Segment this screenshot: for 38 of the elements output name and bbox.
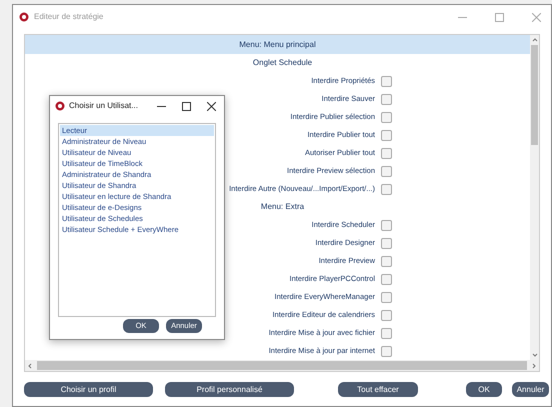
panel-header: Menu: Menu principal	[25, 35, 530, 54]
section-heading: Menu: Extra	[260, 201, 306, 213]
app-logo-icon	[55, 101, 65, 111]
dialog-title: Choisir un Utilisat...	[69, 100, 138, 112]
checkbox[interactable]	[381, 112, 392, 122]
checkbox[interactable]	[381, 166, 392, 176]
checkbox[interactable]	[381, 184, 392, 194]
horizontal-scrollbar[interactable]	[25, 360, 539, 371]
checkbox[interactable]	[381, 94, 392, 104]
action-button[interactable]: Tout effacer	[338, 382, 418, 397]
action-button[interactable]: Profil personnalisé	[165, 382, 294, 397]
scroll-down-icon[interactable]	[532, 352, 538, 358]
action-button[interactable]: Annuler	[512, 382, 549, 397]
checkbox[interactable]	[381, 220, 392, 230]
action-button[interactable]: OK	[466, 382, 502, 397]
user-list[interactable]	[58, 123, 216, 317]
scroll-thumb[interactable]	[531, 45, 538, 145]
section-heading: Onglet Schedule	[252, 57, 314, 69]
maximize-icon[interactable]	[182, 102, 191, 110]
window-title: Editeur de stratégie	[34, 11, 104, 23]
scroll-up-icon[interactable]	[532, 37, 538, 43]
checkbox[interactable]	[381, 292, 392, 302]
checkbox[interactable]	[381, 76, 392, 86]
checkbox[interactable]	[381, 238, 392, 248]
checkbox[interactable]	[381, 130, 392, 140]
app-logo-icon	[19, 12, 29, 22]
scroll-right-icon[interactable]	[531, 362, 537, 368]
checkbox[interactable]	[381, 346, 392, 356]
checkbox[interactable]	[381, 274, 392, 284]
action-button[interactable]: Choisir un profil	[24, 382, 153, 397]
checkbox[interactable]	[381, 148, 392, 158]
checkbox[interactable]	[381, 256, 392, 266]
scroll-thumb[interactable]	[37, 361, 527, 370]
checkbox[interactable]	[381, 310, 392, 320]
checkbox[interactable]	[381, 328, 392, 338]
close-icon[interactable]	[207, 102, 216, 110]
scroll-left-icon[interactable]	[27, 362, 33, 368]
vertical-scrollbar[interactable]	[530, 35, 539, 360]
